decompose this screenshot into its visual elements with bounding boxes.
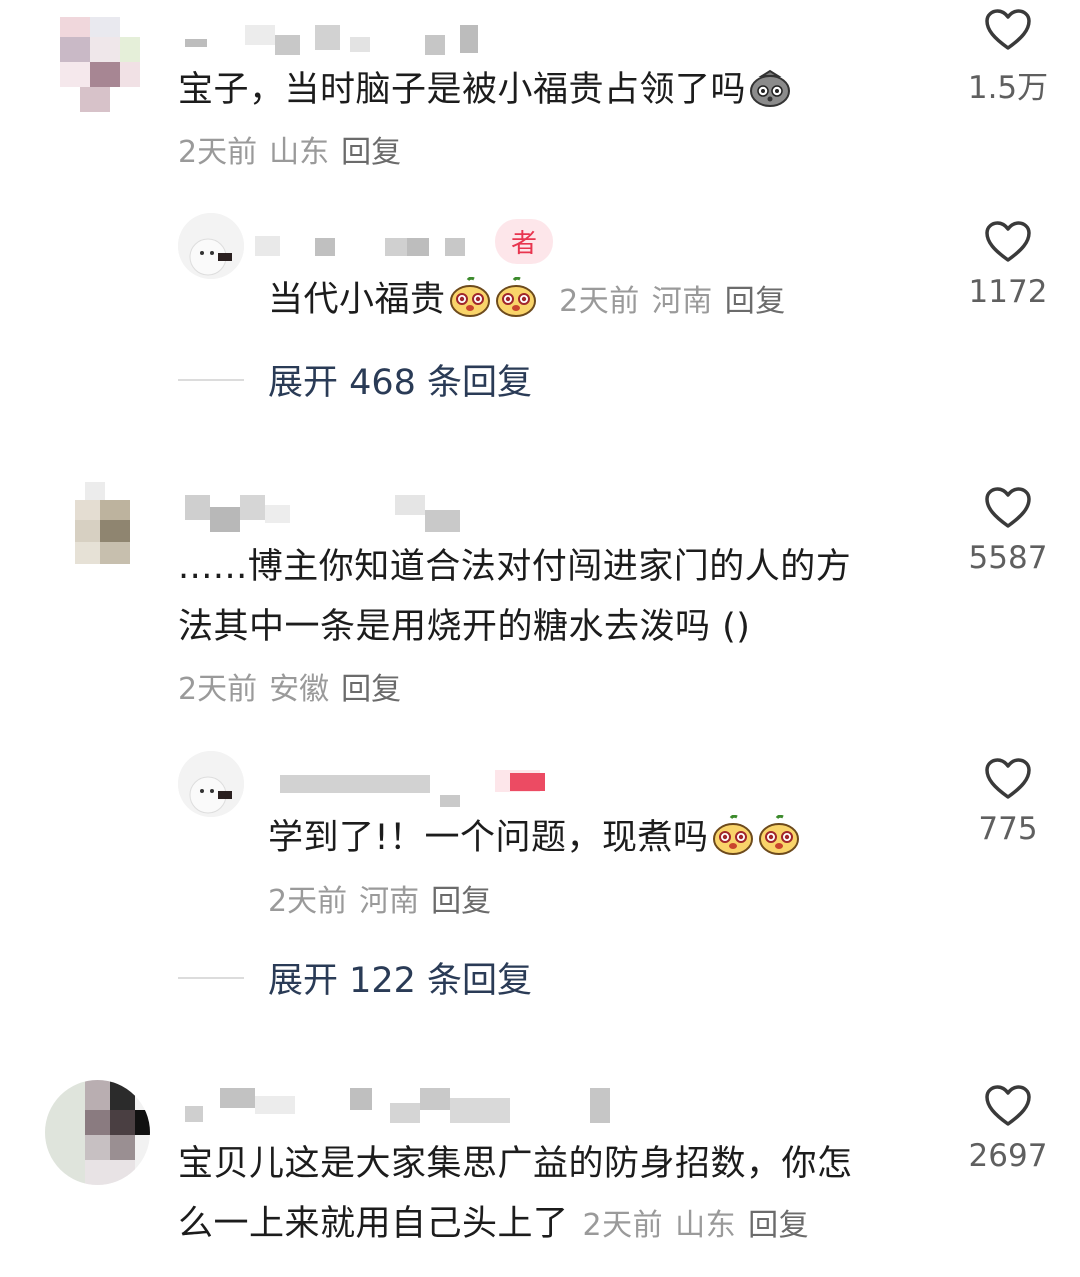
- like-button[interactable]: 1172: [943, 220, 1073, 310]
- comment-text: ......博主你知道合法对付闯进家门的人的方 法其中一条是用烧开的糖水去泼吗 …: [178, 547, 852, 647]
- heart-outline-icon: [985, 1085, 1031, 1126]
- divider: [178, 976, 244, 979]
- expand-replies[interactable]: 展开 468 条回复: [178, 354, 532, 405]
- expand-replies[interactable]: 展开 122 条回复: [178, 952, 532, 1003]
- avatar[interactable]: [45, 1080, 150, 1185]
- heart-outline-icon: [985, 758, 1031, 799]
- comment-text: 宝子，当时脑子是被小福贵占领了吗: [178, 60, 792, 120]
- comment-time: 2天前: [178, 672, 258, 707]
- reply-button[interactable]: 回复: [341, 672, 401, 707]
- reply-time: 2天前: [268, 884, 348, 919]
- pear-face-emoji: [758, 815, 799, 855]
- reply-button[interactable]: 回复: [431, 884, 491, 919]
- like-count: 2697: [968, 1138, 1048, 1174]
- avatar[interactable]: [50, 15, 150, 115]
- like-count: 1.5万: [967, 70, 1049, 106]
- reply-text: 学到了!！一个问题，现煮吗: [268, 808, 801, 868]
- like-count: 775: [978, 811, 1038, 847]
- pear-face-emoji: [712, 815, 753, 855]
- reply-button[interactable]: 回复: [748, 1208, 809, 1243]
- comment-text: 宝贝儿这是大家集思广益的防身招数，你怎 么一上来就用自己头上了 2天前 山东 回复: [178, 1144, 853, 1244]
- expand-replies-label: 展开 468 条回复: [268, 363, 533, 403]
- avatar[interactable]: [178, 751, 244, 817]
- avatar[interactable]: [55, 482, 155, 582]
- author-tag: 者: [495, 219, 554, 264]
- like-count: 5587: [968, 540, 1048, 576]
- comment-time: 2天前: [582, 1208, 664, 1243]
- reply-button[interactable]: 回复: [725, 284, 786, 319]
- pear-face-emoji: [449, 277, 490, 317]
- heart-outline-icon: [985, 9, 1031, 50]
- expand-replies-label: 展开 122 条回复: [268, 961, 533, 1001]
- heart-outline-icon: [985, 221, 1031, 262]
- reply-text: 当代小福贵 2天前 河南 回复: [268, 270, 798, 330]
- like-button[interactable]: 5587: [943, 486, 1073, 576]
- reply-button[interactable]: 回复: [341, 135, 401, 170]
- reply-location: 河南: [651, 284, 713, 319]
- comment-location: 山东: [269, 135, 330, 170]
- like-button[interactable]: 2697: [943, 1084, 1073, 1174]
- reply-location: 河南: [359, 884, 420, 919]
- pear-face-emoji: [495, 277, 536, 317]
- comment-meta: 2天前 安徽 回复: [178, 670, 413, 710]
- reply-meta: 2天前 河南 回复: [268, 882, 503, 922]
- comment-time: 2天前: [178, 135, 258, 170]
- heart-outline-icon: [985, 487, 1031, 528]
- comment-location: 安徽: [269, 672, 330, 707]
- like-button[interactable]: 1.5万: [943, 8, 1073, 107]
- comment-meta: 2天前 山东 回复: [178, 133, 413, 173]
- reply-time: 2天前: [559, 284, 640, 319]
- like-count: 1172: [968, 274, 1048, 310]
- divider: [178, 378, 244, 381]
- avatar[interactable]: [178, 213, 244, 279]
- like-button[interactable]: 775: [943, 757, 1073, 847]
- comment-location: 山东: [675, 1208, 737, 1243]
- sack-face-emoji: [750, 69, 791, 107]
